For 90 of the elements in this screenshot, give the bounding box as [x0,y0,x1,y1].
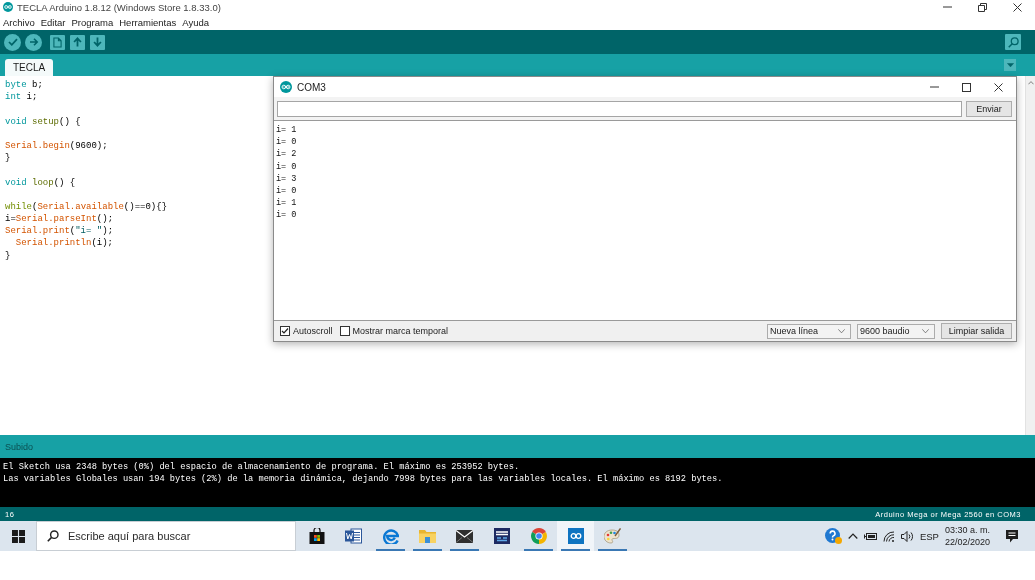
code-line: } [5,152,11,165]
serial-output-line: i= 1 [276,197,297,210]
arrow-up-icon [73,37,82,47]
close-button[interactable] [992,81,1004,93]
close-icon [993,82,1003,92]
tab-menu-button[interactable] [1004,59,1016,71]
shopping-bag-icon [308,528,325,544]
speaker-icon[interactable] [900,530,914,542]
status-message: Subido [5,441,34,452]
arrow-right-icon [28,38,39,46]
menu-item[interactable]: Herramientas [119,16,177,28]
menu-item[interactable]: Programa [71,16,114,28]
line-ending-dropdown[interactable]: Nueva línea [767,323,851,339]
caret-down-icon [922,328,929,334]
arrow-down-icon [93,37,102,47]
battery-icon[interactable] [863,531,877,541]
wifi-icon[interactable] [882,530,895,542]
help-icon[interactable] [824,528,842,544]
code-line: while(Serial.available()==0){} [5,200,168,214]
browser-icon [382,528,399,544]
checkbox-label[interactable]: Autoscroll [293,326,333,336]
notification-icon[interactable] [1006,529,1018,543]
clock-date[interactable]: 22/02/2020 [944,536,990,548]
code-line: Serial.println(i); [14,237,114,250]
save-button[interactable] [90,34,105,50]
code-line: void setup() { [5,115,81,128]
chevron-up-icon [1027,81,1034,85]
caret-down-icon [838,328,845,334]
serial-output-line: i= 1 [276,124,297,137]
maximize-button[interactable] [960,81,972,93]
search-icon [47,530,59,542]
code-line: Serial.print("i= "); [5,225,114,238]
code-line: i=Serial.parseInt(); [5,213,114,226]
search-icon [1007,36,1019,48]
envelope-icon [456,529,473,543]
circle-browser-icon [530,528,547,544]
message-input-field[interactable] [277,100,962,117]
console-line: El Sketch usa 2348 bytes (0%) del espacio de almacenamiento de programa. El máximo es 253952 bytes. [3,461,520,473]
code-line: Serial.begin(9600); [5,139,108,153]
serial-output-line: i= 3 [276,172,297,185]
document-app-icon [345,528,362,544]
menu-item[interactable]: Editar [40,16,66,28]
chevron-up-icon [847,533,858,539]
checkbox[interactable] [280,326,290,336]
minimize-icon [942,6,952,8]
serial-monitor-button[interactable] [1005,34,1021,50]
tab[interactable]: TECLA [5,59,54,76]
caret-down-icon [1006,62,1014,68]
clock-time[interactable]: 03:30 a. m. [944,524,990,536]
restore-icon [977,2,987,12]
checkbox[interactable] [339,326,350,336]
code-line: int i; [5,91,38,104]
serial-output-line: i= 0 [276,136,297,149]
app-logo-icon [280,81,292,93]
dev-tile-icon [493,528,510,544]
scrollbar[interactable] [1025,76,1035,435]
close-icon [1012,2,1022,12]
windows-logo-icon [11,529,25,543]
code-line: } [5,249,11,262]
code-line: byte b; [5,79,43,92]
restore-button[interactable] [976,1,988,13]
language-indicator[interactable]: ESP [919,530,939,542]
new-file-icon [53,36,62,48]
maximize-icon [961,82,971,92]
close-button[interactable] [1011,1,1023,13]
checkbox-label[interactable]: Mostrar marca temporal [352,326,449,336]
console-line: Las variables Globales usan 194 bytes (2%) de la memoria dinámica, dejando 7998 bytes para las variables locales. El máximo es 8192 bytes. [3,473,723,485]
clear-output-button[interactable]: Limpiar salida [941,323,1012,339]
menu-item[interactable]: Archivo [3,16,35,28]
serial-output-line: i= 0 [276,209,297,222]
verify-button[interactable] [4,33,21,51]
baud-rate-dropdown[interactable]: 9600 baudio [857,323,935,339]
check-icon [7,38,18,46]
folder-icon [419,529,436,543]
search-field[interactable]: Escribe aquí para buscar [36,521,296,551]
open-button[interactable] [70,34,85,50]
send-button[interactable]: Enviar [966,100,1012,117]
window-title: TECLA Arduino 1.8.12 (Windows Store 1.8.33.0) [17,1,221,13]
minimize-icon [929,86,939,88]
window-title: COM3 [297,81,326,93]
serial-output-line: i= 2 [276,148,297,161]
search-input-field[interactable]: Escribe aquí para buscar [68,530,248,542]
palette-icon [604,528,621,544]
infinity-tile-icon [567,528,584,544]
upload-button[interactable] [25,33,42,51]
menu-item[interactable]: Ayuda [182,16,210,28]
new-button[interactable] [50,34,65,50]
serial-output-line: i= 0 [276,160,297,173]
code-line: void loop() { [5,176,76,189]
serial-output-line: i= 0 [276,185,297,198]
